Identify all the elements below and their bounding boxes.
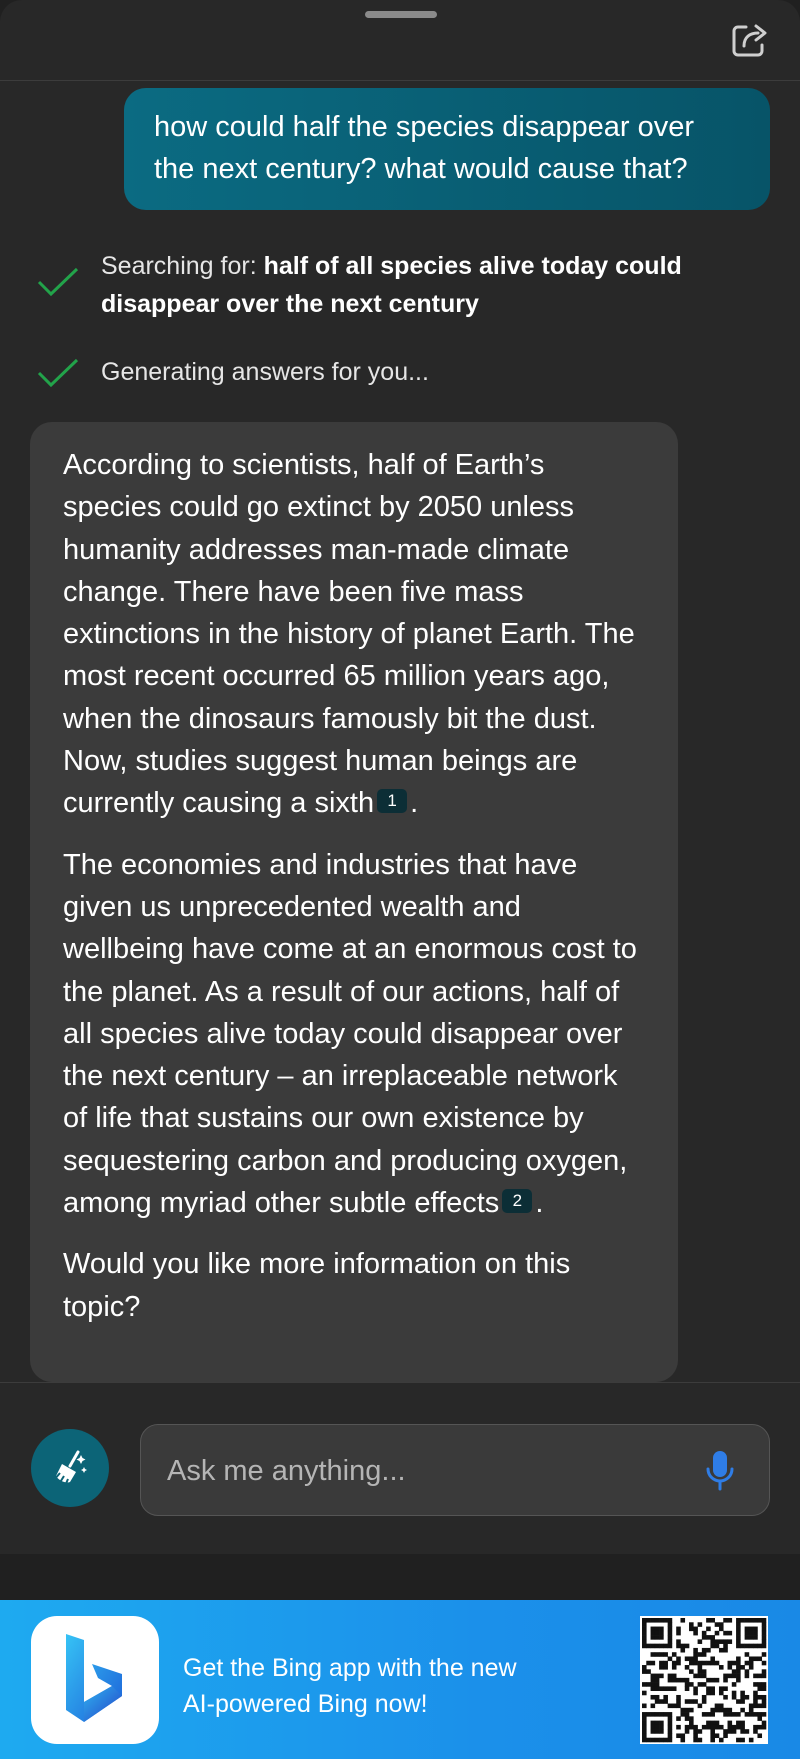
status-search-prefix: Searching for: (101, 252, 257, 280)
response-text: According to scientists, half of Earth’s… (63, 449, 635, 820)
bing-logo (31, 1616, 159, 1744)
chat-input[interactable] (165, 1425, 689, 1517)
chat-input-box (140, 1424, 770, 1517)
share-icon (732, 24, 767, 57)
composer (0, 1382, 800, 1554)
drag-handle[interactable] (365, 11, 437, 18)
banner-text: Get the Bing app with the new AI-powered… (183, 1654, 517, 1718)
response-paragraph: Would you like more information on this … (63, 1248, 571, 1323)
new-topic-button[interactable] (31, 1429, 109, 1507)
user-message: how could half the species disappear ove… (124, 88, 770, 210)
chat-panel: how could half the species disappear ove… (0, 0, 800, 1554)
bing-logo-icon (66, 1634, 122, 1722)
punctuation: . (410, 787, 419, 820)
qr-code (640, 1616, 768, 1744)
punctuation: . (535, 1187, 544, 1220)
top-bar (0, 0, 800, 81)
microphone-icon (706, 1451, 734, 1491)
status-search-text: Searching for: half of all species alive… (101, 247, 760, 323)
broom-icon (53, 1450, 87, 1487)
qr-code-image (642, 1618, 767, 1743)
share-button[interactable] (728, 18, 772, 62)
citation-badge[interactable]: 1 (377, 789, 408, 814)
microphone-button[interactable] (696, 1447, 744, 1495)
bot-response: According to scientists, half of Earth’s… (30, 422, 678, 1382)
app-promo-banner[interactable]: Get the Bing app with the new AI-powered… (0, 1600, 800, 1759)
response-paragraph: According to scientists, half of Earth’s… (63, 444, 646, 825)
response-text: The economies and industries that have g… (63, 848, 637, 1220)
citation-badge[interactable]: 2 (502, 1189, 533, 1214)
status-generating-text: Generating answers for you... (101, 358, 429, 386)
check-icon (37, 267, 79, 297)
check-icon (37, 358, 79, 388)
response-paragraph: The economies and industries that have g… (63, 844, 646, 1225)
